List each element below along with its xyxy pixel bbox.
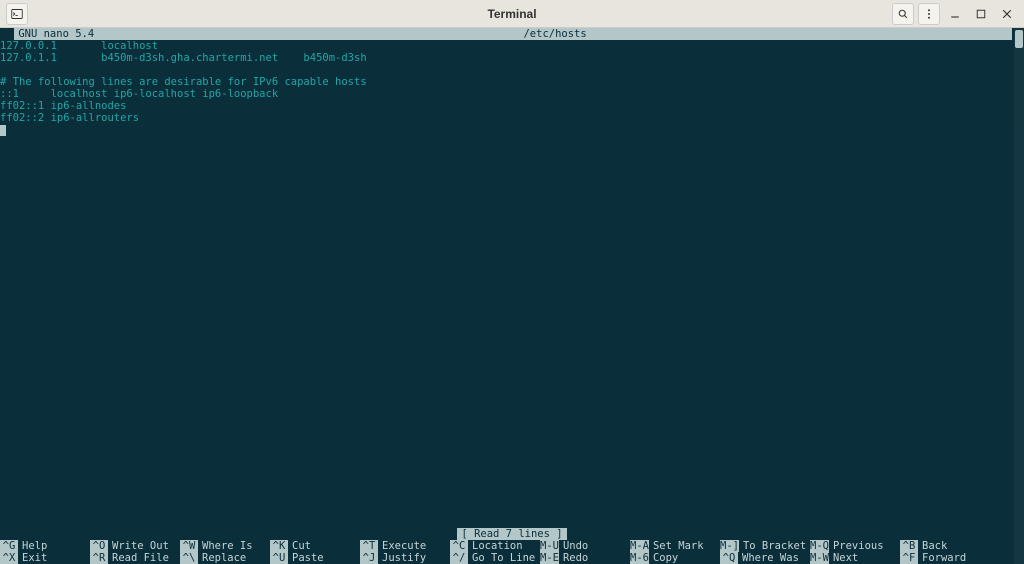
footer-shortcut: ^FForward: [900, 552, 990, 564]
shortcut-label: Back: [918, 540, 947, 552]
titlebar-right: [892, 3, 1018, 25]
shortcut-label: Help: [18, 540, 47, 552]
shortcut-label: Copy: [649, 552, 678, 564]
kebab-icon: [923, 8, 935, 20]
footer-shortcut: ^BBack: [900, 540, 990, 552]
titlebar-left: [6, 3, 28, 25]
file-content[interactable]: 127.0.0.1 localhost 127.0.1.1 b450m-d3sh…: [0, 40, 1024, 528]
terminal-viewport[interactable]: GNU nano 5.4 /etc/hosts 127.0.0.1 localh…: [0, 28, 1024, 564]
scrollbar-thumb[interactable]: [1015, 30, 1023, 48]
cursor: [0, 125, 6, 136]
shortcut-key: ^T: [360, 540, 378, 552]
maximize-icon: [975, 8, 987, 20]
shortcut-key: M-U: [540, 540, 559, 552]
shortcut-label: Where Is: [198, 540, 253, 552]
shortcut-label: To Bracket: [739, 540, 806, 552]
shortcut-key: M-E: [540, 552, 559, 564]
nano-status-text: [ Read 7 lines ]: [457, 528, 566, 540]
shortcut-label: Set Mark: [649, 540, 704, 552]
vertical-scrollbar[interactable]: [1014, 28, 1024, 564]
shortcut-key: M-]: [720, 540, 739, 552]
shortcut-key: ^J: [360, 552, 378, 564]
terminal-app-icon[interactable]: [6, 3, 28, 25]
footer-shortcut: M-6Copy: [630, 552, 720, 564]
footer-shortcut: ^RRead File: [90, 552, 180, 564]
nano-app-label: GNU nano 5.4: [14, 28, 98, 40]
shortcut-label: Read File: [108, 552, 169, 564]
menu-button[interactable]: [918, 3, 940, 25]
close-button[interactable]: [996, 3, 1018, 25]
footer-shortcut: M-QPrevious: [810, 540, 900, 552]
shortcut-label: Paste: [288, 552, 324, 564]
shortcut-label: Redo: [559, 552, 588, 564]
shortcut-key: M-6: [630, 552, 649, 564]
shortcut-key: ^/: [450, 552, 468, 564]
footer-shortcut: ^UPaste: [270, 552, 360, 564]
search-icon: [897, 8, 909, 20]
minimize-icon: [949, 8, 961, 20]
search-button[interactable]: [892, 3, 914, 25]
shortcut-key: ^G: [0, 540, 18, 552]
shortcut-key: ^X: [0, 552, 18, 564]
shortcut-label: Undo: [559, 540, 588, 552]
shortcut-key: ^O: [90, 540, 108, 552]
shortcut-label: Cut: [288, 540, 311, 552]
shortcut-key: ^B: [900, 540, 918, 552]
footer-shortcut: ^TExecute: [360, 540, 450, 552]
shortcut-key: ^F: [900, 552, 918, 564]
shortcut-label: Replace: [198, 552, 246, 564]
footer-shortcut: ^WWhere Is: [180, 540, 270, 552]
footer-shortcut: M-WNext: [810, 552, 900, 564]
footer-shortcut: M-]To Bracket: [720, 540, 810, 552]
shortcut-key: M-W: [810, 552, 829, 564]
shortcut-label: Location: [468, 540, 523, 552]
shortcut-label: Previous: [829, 540, 884, 552]
footer-shortcut: ^CLocation: [450, 540, 540, 552]
footer-shortcut: ^XExit: [0, 552, 90, 564]
shortcut-label: Where Was: [738, 552, 799, 564]
footer-shortcut: ^\Replace: [180, 552, 270, 564]
footer-shortcut: ^JJustify: [360, 552, 450, 564]
shortcut-label: Exit: [18, 552, 47, 564]
shortcut-label: Justify: [378, 552, 426, 564]
window-title: Terminal: [487, 7, 536, 21]
nano-footer: ^GHelp^OWrite Out^WWhere Is^KCut^TExecut…: [0, 540, 1024, 564]
footer-shortcut: ^OWrite Out: [90, 540, 180, 552]
terminal-icon: [11, 8, 23, 20]
shortcut-key: M-A: [630, 540, 649, 552]
shortcut-label: Next: [829, 552, 858, 564]
shortcut-label: Forward: [918, 552, 966, 564]
shortcut-label: Execute: [378, 540, 426, 552]
maximize-button[interactable]: [970, 3, 992, 25]
shortcut-key: ^C: [450, 540, 468, 552]
shortcut-key: ^\: [180, 552, 198, 564]
shortcut-key: ^K: [270, 540, 288, 552]
nano-header: GNU nano 5.4 /etc/hosts: [0, 28, 1024, 40]
shortcut-key: ^Q: [720, 552, 738, 564]
footer-shortcut: ^/Go To Line: [450, 552, 540, 564]
footer-row-2: ^XExit^RRead File^\Replace^UPaste^JJusti…: [0, 552, 1024, 564]
footer-shortcut: ^GHelp: [0, 540, 90, 552]
footer-row-1: ^GHelp^OWrite Out^WWhere Is^KCut^TExecut…: [0, 540, 1024, 552]
shortcut-key: ^U: [270, 552, 288, 564]
nano-filename: /etc/hosts: [519, 28, 590, 40]
footer-shortcut: ^KCut: [270, 540, 360, 552]
footer-shortcut: M-UUndo: [540, 540, 630, 552]
footer-shortcut: ^QWhere Was: [720, 552, 810, 564]
nano-status-line: [ Read 7 lines ]: [0, 528, 1024, 540]
shortcut-label: Go To Line: [468, 552, 535, 564]
footer-shortcut: M-ASet Mark: [630, 540, 720, 552]
close-icon: [1001, 8, 1013, 20]
shortcut-key: M-Q: [810, 540, 829, 552]
footer-shortcut: M-ERedo: [540, 552, 630, 564]
shortcut-key: ^R: [90, 552, 108, 564]
titlebar[interactable]: Terminal: [0, 0, 1024, 28]
app-window: Terminal GNU nano 5.4 /etc/hosts: [0, 0, 1024, 564]
minimize-button[interactable]: [944, 3, 966, 25]
shortcut-key: ^W: [180, 540, 198, 552]
shortcut-label: Write Out: [108, 540, 169, 552]
